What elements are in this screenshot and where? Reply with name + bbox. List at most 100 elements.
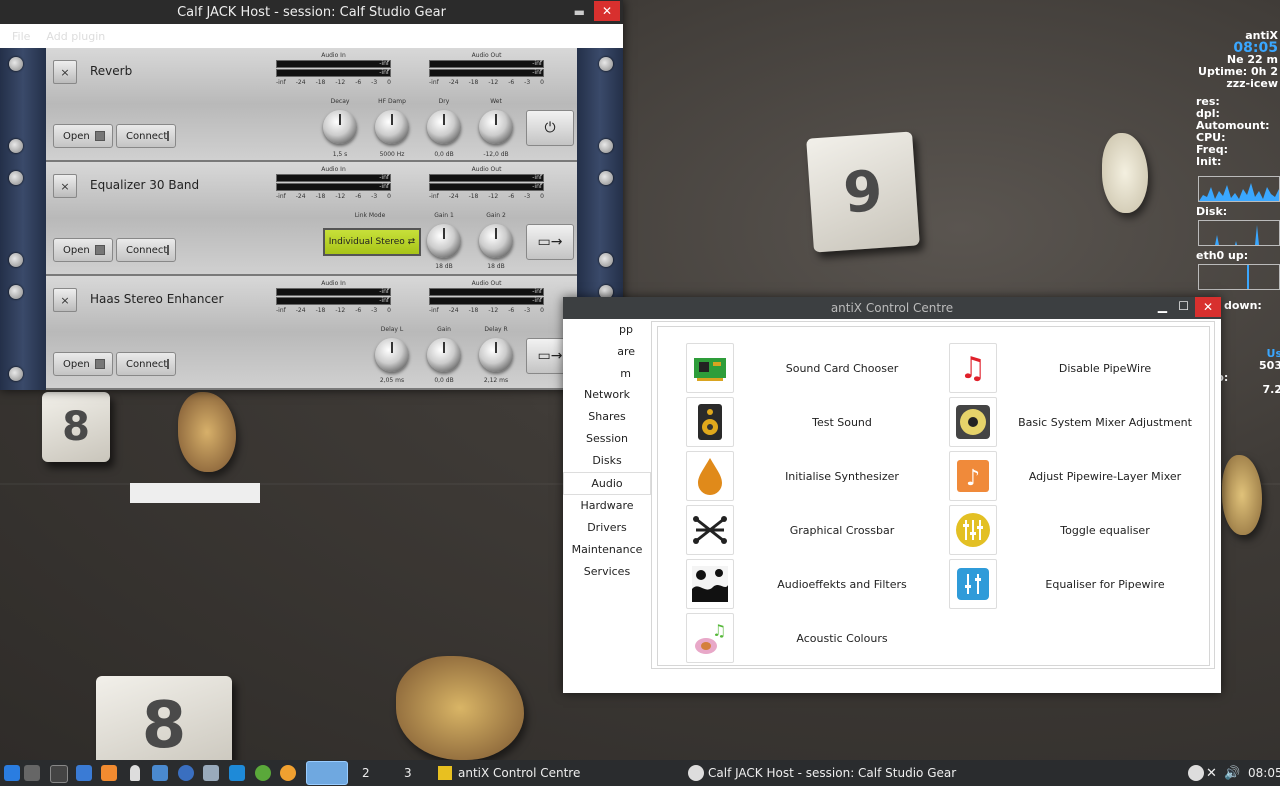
windows-icon[interactable]: [24, 765, 40, 781]
gain-2-knob[interactable]: [479, 224, 513, 258]
scale-tick: -6: [508, 79, 515, 86]
knob-value: 2,12 ms: [483, 377, 509, 384]
bypass-icon: ▭→: [537, 234, 563, 250]
delay-r-knob[interactable]: [479, 338, 513, 372]
window-titlebar[interactable]: Calf JACK Host - session: Calf Studio Ge…: [0, 0, 623, 24]
audio-panel: Sound Card Chooser Test Sound Initialise…: [651, 321, 1215, 669]
settings-icon[interactable]: [255, 765, 271, 781]
entry-test-sound[interactable]: Test Sound: [686, 397, 950, 447]
meter-value: -inf: [532, 183, 542, 190]
meter-audio-out: Audio Out -inf -inf -inf -24 -18 -12 -6 -3 0: [429, 166, 544, 200]
entry-adjust-pipewire-mixer[interactable]: ♪ Adjust Pipewire-Layer Mixer: [949, 451, 1213, 501]
knob-value: 18 dB: [487, 263, 505, 270]
tray-calf-icon[interactable]: [1188, 765, 1204, 781]
menu-file[interactable]: File: [12, 30, 30, 43]
led-icon: [167, 359, 170, 369]
entry-equaliser-pipewire[interactable]: Equaliser for Pipewire: [949, 559, 1213, 609]
entry-toggle-equaliser[interactable]: Toggle equaliser: [949, 505, 1213, 555]
minimize-icon[interactable]: ▁: [1158, 299, 1167, 313]
tray-crossbar-icon[interactable]: ✕: [1206, 763, 1217, 783]
connect-label: Connect: [126, 358, 168, 370]
close-icon[interactable]: ✕: [1195, 297, 1221, 317]
volume-icon[interactable]: 🔊: [1224, 763, 1240, 783]
task-calf-jack-host[interactable]: Calf JACK Host - session: Calf Studio Ge…: [688, 763, 956, 783]
entry-label: Graphical Crossbar: [789, 523, 895, 537]
dice-8-top: 8: [42, 392, 110, 462]
entry-basic-mixer[interactable]: Basic System Mixer Adjustment: [949, 397, 1213, 447]
menu-add-plugin[interactable]: Add plugin: [46, 30, 105, 43]
flint-right: [1222, 455, 1262, 535]
entry-disable-pipewire[interactable]: ♫ Disable PipeWire: [949, 343, 1213, 393]
maximize-icon[interactable]: ☐: [1178, 299, 1189, 313]
mouse-icon[interactable]: [130, 765, 140, 781]
hf-damp-knob[interactable]: [375, 110, 409, 144]
wet-knob[interactable]: [479, 110, 513, 144]
folder-icon[interactable]: [152, 765, 168, 781]
dry-knob[interactable]: [427, 110, 461, 144]
calf-jack-host-window[interactable]: Calf JACK Host - session: Calf Studio Ge…: [0, 0, 623, 390]
workspace-1-button[interactable]: [306, 761, 348, 785]
led-icon: [95, 131, 105, 141]
open-button[interactable]: Open: [53, 124, 113, 148]
task-antix-control-centre[interactable]: antiX Control Centre: [438, 763, 580, 783]
sidebar-item-disks[interactable]: Disks: [563, 450, 651, 472]
gain-knob[interactable]: [427, 338, 461, 372]
entry-acoustic-colours[interactable]: ♫ Acoustic Colours: [686, 613, 950, 663]
speaker-icon: [686, 397, 734, 447]
meter-label: Audio Out: [471, 280, 502, 287]
sidebar-item-maintenance[interactable]: Maintenance: [563, 539, 651, 561]
sidebar-item-app[interactable]: pp: [563, 319, 651, 341]
menu-icon[interactable]: [4, 765, 20, 781]
weather-icon[interactable]: [280, 765, 296, 781]
network-icon[interactable]: [229, 765, 245, 781]
meter-audio-out: Audio Out -inf -inf -inf -24 -18 -12 -6 -3 0: [429, 280, 544, 314]
sidebar-item-drivers[interactable]: Drivers: [563, 517, 651, 539]
entry-sound-card-chooser[interactable]: Sound Card Chooser: [686, 343, 950, 393]
connect-button[interactable]: Connect: [116, 238, 176, 262]
power-button[interactable]: ⏻: [526, 110, 574, 146]
update-icon[interactable]: [101, 765, 117, 781]
open-button[interactable]: Open: [53, 352, 113, 376]
sidebar-item-hardware[interactable]: Hardware: [563, 495, 651, 517]
meter-bar: -inf: [276, 183, 391, 191]
connect-button[interactable]: Connect: [116, 124, 176, 148]
gain-1-knob[interactable]: [427, 224, 461, 258]
plugin-equalizer: × Equalizer 30 Band Open Connect Audio I…: [46, 162, 577, 276]
sidebar-item-system[interactable]: m: [563, 363, 651, 385]
remove-plugin-button[interactable]: ×: [53, 60, 77, 84]
remove-plugin-button[interactable]: ×: [53, 174, 77, 198]
screw-icon: [599, 253, 613, 267]
antix-control-centre-window[interactable]: antiX Control Centre ▁ ☐ ✕ pp are m Netw…: [563, 297, 1221, 693]
knob-label: HF Damp: [378, 98, 406, 105]
delay-l-knob[interactable]: [375, 338, 409, 372]
sidebar-item-shares[interactable]: Shares: [563, 406, 651, 428]
close-icon[interactable]: ✕: [594, 1, 620, 21]
entry-graphical-crossbar[interactable]: Graphical Crossbar: [686, 505, 950, 555]
workspace-2-button[interactable]: 2: [362, 763, 370, 783]
window-titlebar[interactable]: antiX Control Centre ▁ ☐ ✕: [563, 297, 1221, 319]
connect-button[interactable]: Connect: [116, 352, 176, 376]
sidebar-item-services[interactable]: Services: [563, 561, 651, 583]
decay-knob[interactable]: [323, 110, 357, 144]
remove-plugin-button[interactable]: ×: [53, 288, 77, 312]
sidebar-item-audio[interactable]: Audio: [563, 471, 651, 496]
open-button[interactable]: Open: [53, 238, 113, 262]
knob-value: 0,0 dB: [434, 151, 454, 158]
window-title: Calf JACK Host - session: Calf Studio Ge…: [177, 4, 446, 20]
menu-bar: File Add plugin: [0, 24, 623, 48]
entry-audioeffekts[interactable]: Audioeffekts and Filters: [686, 559, 950, 609]
workspace-3-button[interactable]: 3: [404, 763, 412, 783]
entry-initialise-synthesizer[interactable]: Initialise Synthesizer: [686, 451, 950, 501]
browser-icon[interactable]: [178, 765, 194, 781]
email-icon[interactable]: [76, 765, 92, 781]
link-mode-selector[interactable]: Individual Stereo ⇄: [323, 228, 421, 256]
bypass-button[interactable]: ▭→: [526, 224, 574, 260]
sidebar-item-software[interactable]: are: [563, 341, 651, 363]
sidebar-item-network[interactable]: Network: [563, 384, 651, 406]
scale-tick: 0: [540, 79, 544, 86]
scale-tick: -12: [488, 79, 499, 86]
minimize-icon[interactable]: ▬: [574, 5, 585, 19]
sidebar-item-session[interactable]: Session: [563, 428, 651, 450]
desktop-icon[interactable]: [50, 765, 68, 783]
disk-icon[interactable]: [203, 765, 219, 781]
